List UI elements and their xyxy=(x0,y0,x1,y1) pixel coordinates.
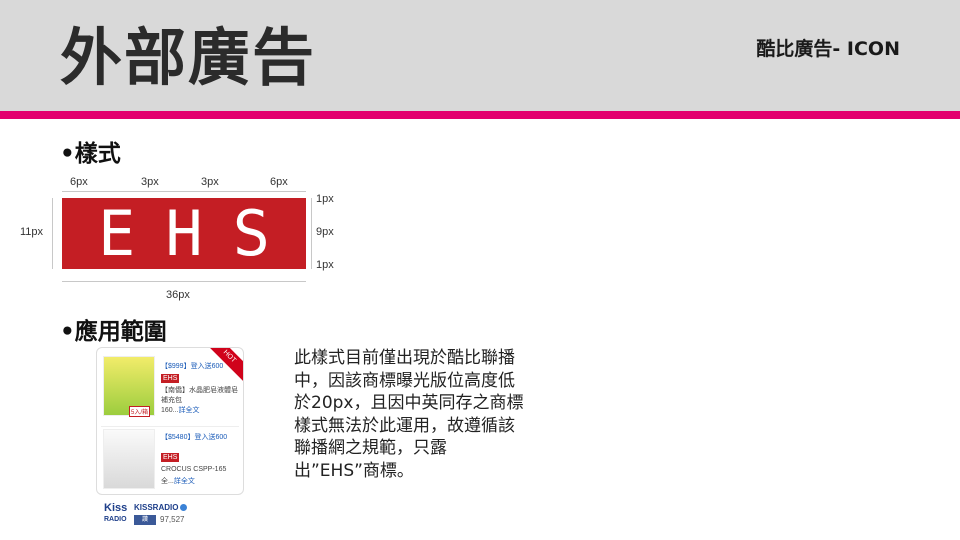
kissradio-logo: Kiss RADIO xyxy=(104,502,128,524)
product-name: 【南僑】水晶肥皂液體皂補充包 xyxy=(161,387,238,404)
ad-thumbnail: HOT 5入/箱 【$999】登入送600 EHS 【南僑】水晶肥皂液體皂補充包… xyxy=(96,347,244,495)
page-subtitle: 酷比廣告- ICON xyxy=(756,38,900,60)
usage-heading: •應用範圍 xyxy=(60,319,167,345)
dim-right-bottom: 1px xyxy=(316,259,334,271)
product-image xyxy=(103,429,155,489)
pack-badge: 5入/箱 xyxy=(129,406,151,417)
dim-top-gap-2: 3px xyxy=(201,176,219,188)
product-price: 【$5480】登入送600 xyxy=(161,434,228,441)
dim-top-right-padding: 6px xyxy=(270,176,288,188)
header-accent-rule xyxy=(0,111,960,119)
dim-bottom-width: 36px xyxy=(166,289,190,301)
dim-bottom-line xyxy=(62,281,306,282)
read-more-link[interactable]: 詳全文 xyxy=(179,407,200,414)
read-more-link[interactable]: 詳全文 xyxy=(174,478,195,485)
page-title: 外部廣告 xyxy=(60,21,317,94)
verified-icon xyxy=(180,504,188,512)
like-button[interactable]: 讚 xyxy=(134,515,156,525)
dim-top-line xyxy=(62,191,306,192)
ehs-badge-small: EHS xyxy=(161,453,180,462)
station-name[interactable]: KISSRADIO xyxy=(134,503,188,512)
dim-right-middle: 9px xyxy=(316,226,334,238)
dim-right-line xyxy=(311,198,312,269)
dim-left-line xyxy=(52,198,53,269)
dim-right-top: 1px xyxy=(316,193,334,205)
style-heading: •樣式 xyxy=(60,141,121,167)
product-price: 【$999】登入送600 xyxy=(161,363,224,370)
dim-top-left-padding: 6px xyxy=(70,176,88,188)
product-more: 160...詳全文 xyxy=(161,407,200,414)
dim-left-height: 11px xyxy=(20,226,44,238)
like-count: 97,527 xyxy=(160,515,185,524)
ehs-badge-small: EHS xyxy=(161,374,180,383)
usage-description: 此樣式目前僅出現於酷比聯播中，因該商標曝光版位高度低於20px，且因中英同存之商… xyxy=(294,348,524,481)
ehs-badge-large: EHS xyxy=(62,197,306,270)
product-item[interactable]: 【$5480】登入送600 EHS CROCUS CSPP-165 全...詳全… xyxy=(101,426,239,489)
ehs-badge-text: EHS xyxy=(98,197,300,270)
product-more: 全...詳全文 xyxy=(161,478,195,485)
dim-top-gap-1: 3px xyxy=(141,176,159,188)
product-name: CROCUS CSPP-165 xyxy=(161,466,227,473)
